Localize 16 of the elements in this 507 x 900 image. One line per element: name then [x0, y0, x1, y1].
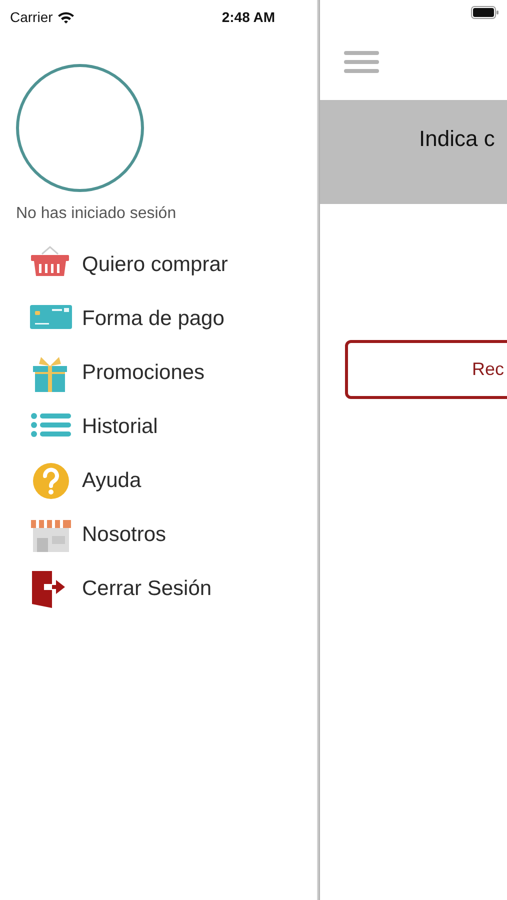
question-mark-icon	[30, 462, 72, 500]
banner-text: Indica c	[419, 126, 495, 151]
menu-item[interactable]: Cerrar Sesión	[30, 562, 212, 616]
menu-button[interactable]	[344, 50, 380, 75]
time-label: 2:48 AM	[222, 8, 275, 27]
menu-item[interactable]: Forma de pago	[30, 292, 224, 346]
battery-icon	[471, 6, 499, 19]
carrier-label: Carrier	[10, 8, 53, 27]
menu-item[interactable]: Nosotros	[30, 508, 166, 562]
wifi-icon	[56, 11, 75, 24]
outline-button[interactable]: Rec	[345, 340, 507, 399]
menu-item[interactable]: Promociones	[30, 346, 205, 400]
login-status-text: No has iniciado sesión	[16, 204, 178, 224]
menu-item[interactable]: Quiero comprar	[30, 238, 228, 292]
menu-item[interactable]: Ayuda	[30, 454, 142, 508]
menu-item[interactable]: Historial	[30, 400, 158, 454]
